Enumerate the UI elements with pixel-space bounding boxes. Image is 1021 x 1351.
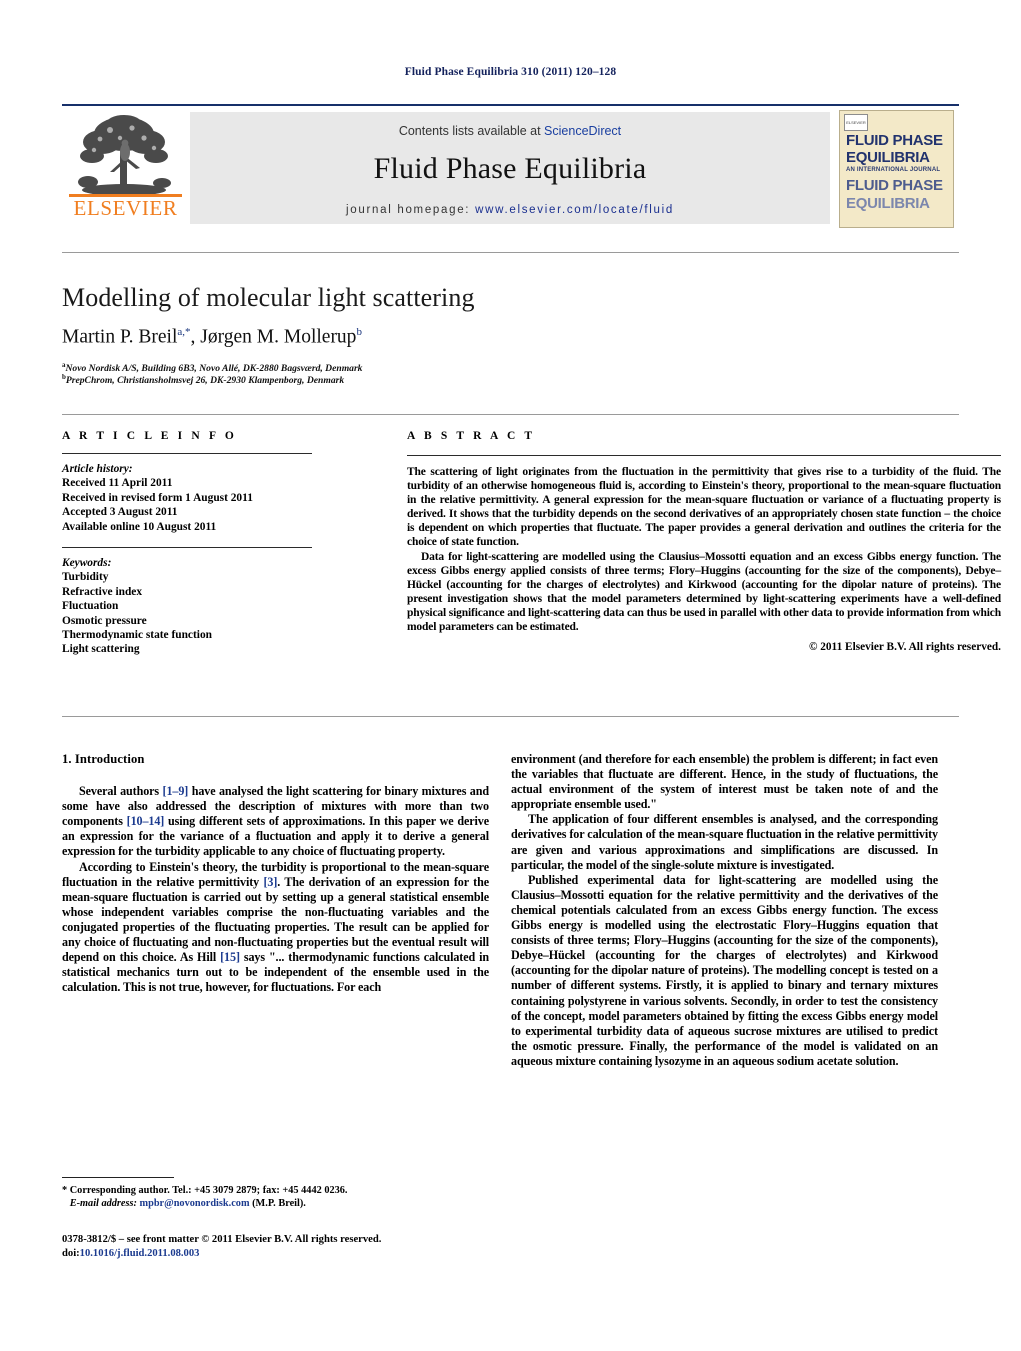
cover-line-3: AN INTERNATIONAL JOURNAL — [846, 167, 941, 173]
cover-line-4: FLUID PHASE — [846, 177, 943, 194]
homepage-url-link[interactable]: www.elsevier.com/locate/fluid — [475, 204, 674, 216]
corresponding-marker: * — [62, 1185, 68, 1196]
email-link[interactable]: mpbr@novonordisk.com — [140, 1198, 250, 1209]
info-block-bottom-divider — [62, 716, 959, 717]
keyword-item: Osmotic pressure — [62, 614, 147, 627]
author-list: Martin P. Breila,*, Jørgen M. Mollerupb — [62, 326, 362, 348]
keywords-heading: Keywords: — [62, 557, 112, 570]
section-heading-introduction: 1. Introduction — [62, 752, 145, 766]
citation-ref[interactable]: [10–14] — [127, 814, 165, 828]
contents-prefix: Contents lists available at — [398, 124, 545, 138]
abstract-column: A B S T R A C T The scattering of light … — [407, 430, 1001, 653]
doi-label: doi: — [62, 1247, 80, 1259]
article-title: Modelling of molecular light scattering — [62, 283, 475, 312]
homepage-prefix: journal homepage: — [346, 204, 476, 216]
body-paragraph: The application of four different ensemb… — [511, 812, 938, 872]
keywords-hairline — [62, 547, 312, 549]
body-paragraph: Several authors [1–9] have analysed the … — [62, 784, 489, 859]
journal-title: Fluid Phase Equilibria — [373, 152, 647, 185]
elsevier-tree-icon — [78, 115, 171, 196]
keywords-group: Keywords: Turbidity Refractive index Flu… — [62, 556, 312, 657]
history-item: Received in revised form 1 August 2011 — [62, 491, 253, 504]
cover-publisher-badge: ELSEVIER — [844, 114, 868, 131]
citation-ref[interactable]: [1–9] — [163, 784, 189, 798]
affiliation-b: bPrepChrom, Christiansholmsvej 26, DK-29… — [62, 373, 762, 386]
article-info-hairline — [62, 453, 312, 454]
cover-line-5: EQUILIBRIA — [846, 195, 930, 212]
doi-line: doi:10.1016/j.fluid.2011.08.003 — [62, 1247, 562, 1261]
journal-homepage-line: journal homepage: www.elsevier.com/locat… — [190, 204, 830, 216]
article-page: Fluid Phase Equilibria 310 (2011) 120–12… — [0, 0, 1021, 1351]
email-label: E-mail address: — [69, 1198, 137, 1209]
body-paragraph: environment (and therefore for each ense… — [511, 752, 938, 812]
corresponding-author-note: * Corresponding author. Tel.: +45 3079 2… — [62, 1184, 489, 1197]
corresponding-text: Corresponding author. Tel.: +45 3079 287… — [69, 1185, 348, 1196]
history-item: Available online 10 August 2011 — [62, 520, 217, 533]
footnote-divider — [62, 1177, 174, 1179]
abstract-paragraph: The scattering of light originates from … — [407, 466, 1001, 549]
body-paragraph: Published experimental data for light-sc… — [511, 872, 938, 1068]
history-item: Received 11 April 2011 — [62, 477, 173, 490]
body-paragraph: According to Einstein's theory, the turb… — [62, 859, 490, 995]
body-column-right: environment (and therefore for each ense… — [511, 752, 938, 1069]
article-history-heading: Article history: — [62, 463, 133, 475]
title-divider — [62, 252, 959, 253]
article-info-column: A R T I C L E I N F O Article history: R… — [62, 430, 312, 657]
running-head: Fluid Phase Equilibria 310 (2011) 120–12… — [404, 66, 617, 78]
cover-line-1: FLUID PHASE — [846, 132, 943, 149]
elsevier-logo: ELSEVIER — [68, 112, 183, 224]
article-history-group: Article history: Received 11 April 2011 … — [62, 462, 312, 534]
keyword-item: Turbidity — [62, 571, 109, 584]
affiliation-b-text: PrepChrom, Christiansholmsvej 26, DK-293… — [65, 375, 345, 387]
footnote-block: * Corresponding author. Tel.: +45 3079 2… — [62, 1184, 489, 1210]
contents-available-line: Contents lists available at ScienceDirec… — [190, 112, 830, 138]
issn-line: 0378-3812/$ – see front matter © 2011 El… — [62, 1234, 382, 1245]
keyword-item: Light scattering — [62, 643, 140, 656]
journal-masthead: Contents lists available at ScienceDirec… — [190, 112, 830, 224]
cover-line-2: EQUILIBRIA — [846, 149, 930, 166]
citation-ref[interactable]: [15] — [220, 950, 240, 964]
journal-cover-thumbnail[interactable]: ELSEVIER FLUID PHASE EQUILIBRIA AN INTER… — [839, 110, 954, 228]
email-note: E-mail address: mpbr@novonordisk.com (M.… — [62, 1197, 489, 1210]
body-column-left: 1. Introduction Several authors [1–9] ha… — [62, 752, 489, 995]
doi-link[interactable]: 10.1016/j.fluid.2011.08.003 — [80, 1248, 200, 1259]
imprint-block: 0378-3812/$ – see front matter © 2011 El… — [62, 1233, 562, 1260]
abstract-heading: A B S T R A C T — [407, 430, 536, 442]
email-suffix: (M.P. Breil). — [252, 1198, 306, 1209]
citation-ref[interactable]: [3] — [263, 875, 277, 889]
keyword-item: Thermodynamic state function — [62, 629, 212, 642]
abstract-hairline — [407, 455, 1001, 456]
abstract-body: The scattering of light originates from … — [407, 465, 1001, 634]
history-item: Accepted 3 August 2011 — [62, 506, 178, 519]
sciencedirect-link[interactable]: ScienceDirect — [544, 124, 621, 138]
article-info-heading: A R T I C L E I N F O — [62, 430, 237, 442]
abstract-paragraph: Data for light-scattering are modelled u… — [407, 550, 1001, 634]
elsevier-wordmark: ELSEVIER — [73, 196, 178, 220]
keyword-item: Fluctuation — [62, 600, 119, 613]
journal-header-band: ELSEVIER Contents lists available at Sci… — [62, 104, 959, 228]
info-block-top-divider — [62, 414, 959, 415]
copyright-line: © 2011 Elsevier B.V. All rights reserved… — [808, 641, 1001, 654]
keyword-item: Refractive index — [62, 585, 143, 598]
